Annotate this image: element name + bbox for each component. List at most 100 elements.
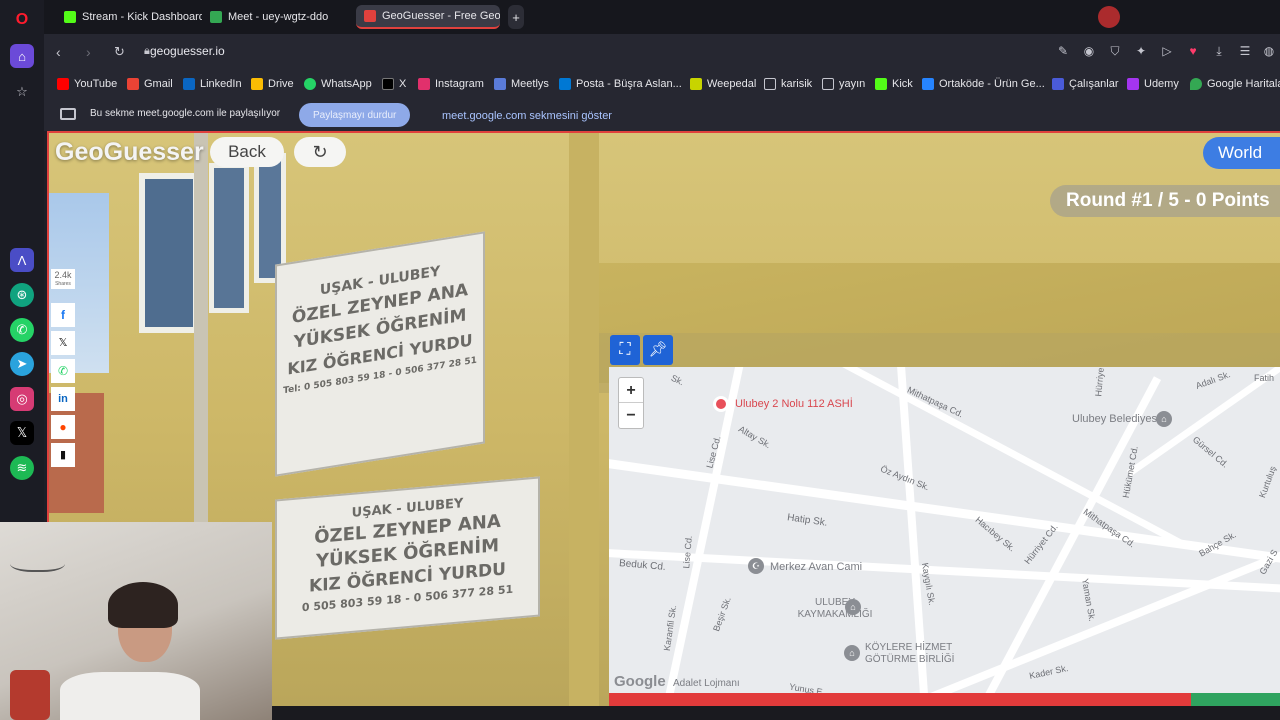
streamer-hair xyxy=(108,582,178,628)
meet-icon xyxy=(210,11,222,23)
pin-label: Ulubey 2 Nolu 112 ASHİ xyxy=(735,398,853,410)
download-icon[interactable]: ⤓ xyxy=(1212,44,1226,58)
bookmark-folder-yayin[interactable]: yayın xyxy=(822,78,865,90)
poi-belediye: Ulubey Belediyesi xyxy=(1072,413,1160,425)
poi-kaymakamlik: ULUBEY KAYMAKAMLIĞI xyxy=(797,597,873,620)
gmail-icon xyxy=(127,78,139,90)
calisanlar-icon xyxy=(1052,78,1064,90)
kick-icon xyxy=(64,11,76,23)
instagram-icon[interactable]: ◎ xyxy=(10,387,34,411)
share-count: 2.4k Shares xyxy=(51,269,75,289)
geoguesser-logo[interactable]: GeoGuesser xyxy=(55,138,204,167)
whatsapp-share-icon[interactable]: ✆ xyxy=(51,359,75,383)
bookmark-kick[interactable]: Kick xyxy=(875,78,913,90)
bookmark-udemy[interactable]: Udemy xyxy=(1127,78,1179,90)
webcam-overlay xyxy=(0,522,272,720)
mosque-icon: ☪ xyxy=(748,558,764,574)
spotify-icon[interactable]: ≋ xyxy=(10,456,34,480)
bookmark-star-icon[interactable]: ☆ xyxy=(10,80,34,104)
show-meet-tab-link[interactable]: meet.google.com sekmesini göster xyxy=(442,110,612,122)
drive-icon xyxy=(251,78,263,90)
aria-icon[interactable]: Λ xyxy=(10,248,34,272)
heart-icon[interactable]: ♥ xyxy=(1186,44,1200,58)
forward-arrow-icon[interactable]: › xyxy=(86,44,91,60)
play-icon[interactable]: ▷ xyxy=(1160,44,1174,58)
os-taskbar xyxy=(272,706,1280,720)
bookmark-google-maps[interactable]: Google Haritalar xyxy=(1190,78,1280,90)
google-logo: Google xyxy=(614,673,666,690)
trello-icon xyxy=(922,78,934,90)
stop-sharing-button[interactable]: Paylaşmayı durdur xyxy=(299,103,411,127)
zoom-out-button[interactable]: − xyxy=(619,403,643,428)
edit-icon[interactable]: ✎ xyxy=(1056,44,1070,58)
reset-view-icon[interactable]: ↻ xyxy=(294,137,346,167)
government-icon: ⌂ xyxy=(845,599,861,615)
back-button[interactable]: Back xyxy=(210,137,284,167)
menu-icon[interactable]: ☰ xyxy=(1238,44,1252,58)
landmark-icon: ⌂ xyxy=(1156,411,1172,427)
location-pin-icon[interactable] xyxy=(713,396,729,412)
guess-progress-remaining xyxy=(1191,693,1280,706)
building-pillar xyxy=(569,133,599,720)
bookmark-calisanlar[interactable]: Çalışanlar xyxy=(1052,78,1119,90)
sharing-message: Bu sekme meet.google.com ile paylaşılıyo… xyxy=(90,108,281,119)
back-arrow-icon[interactable]: ‹ xyxy=(56,44,61,60)
guess-map[interactable]: + − Ulubey 2 Nolu 112 ASHİ Ulubey Beledi… xyxy=(609,367,1280,697)
telegram-icon[interactable]: ➤ xyxy=(10,352,34,376)
linkedin-icon xyxy=(183,78,195,90)
facebook-share-icon[interactable]: f xyxy=(51,303,75,327)
x-icon xyxy=(382,78,394,90)
dormitory-sign-bottom: UŞAK - ULUBEY ÖZEL ZEYNEP ANA YÜKSEK ÖĞR… xyxy=(275,476,540,640)
reload-icon[interactable]: ↻ xyxy=(114,44,125,60)
wall-doodle xyxy=(10,552,65,572)
x-share-icon[interactable]: 𝕏 xyxy=(51,331,75,355)
bookmark-posta[interactable]: Posta - Büşra Aslan... xyxy=(559,78,682,90)
camera-icon[interactable]: ◉ xyxy=(1082,44,1096,58)
expand-map-icon[interactable]: ⛶ xyxy=(610,335,640,365)
whatsapp-icon[interactable]: ✆ xyxy=(10,318,34,342)
bookmark-instagram[interactable]: Instagram xyxy=(418,78,484,90)
x-icon[interactable]: 𝕏 xyxy=(10,421,34,445)
tab-meet[interactable]: Meet - uey-wgtz-ddo xyxy=(202,5,350,29)
weepedal-icon xyxy=(690,78,702,90)
shield-icon[interactable]: ⛉ xyxy=(1108,44,1122,58)
bookmark-drive[interactable]: Drive xyxy=(251,78,294,90)
bookmark-weepedal[interactable]: Weepedal xyxy=(690,78,756,90)
tab-kick-dashboard[interactable]: Stream - Kick Dashboard xyxy=(56,5,202,29)
bookmark-whatsapp[interactable]: WhatsApp xyxy=(304,78,372,90)
watermark-logo-icon xyxy=(1098,6,1120,28)
geoguesser-icon xyxy=(364,10,376,22)
bookmark-x[interactable]: X xyxy=(382,78,406,90)
red-cup xyxy=(10,670,50,720)
chatgpt-icon[interactable]: ⊛ xyxy=(10,283,34,307)
round-indicator: Round #1 / 5 - 0 Points xyxy=(1050,185,1280,217)
government-icon: ⌂ xyxy=(844,645,860,661)
bookmark-youtube[interactable]: YouTube xyxy=(57,78,117,90)
poi-cami: Merkez Avan Cami xyxy=(770,561,863,573)
linkedin-share-icon[interactable]: in xyxy=(51,387,75,411)
guess-progress-bar[interactable] xyxy=(609,693,1191,706)
reddit-share-icon[interactable]: ● xyxy=(51,415,75,439)
bookmark-linkedin[interactable]: LinkedIn xyxy=(183,78,242,90)
home-icon[interactable]: ⌂ xyxy=(10,44,34,68)
new-tab-button[interactable]: + xyxy=(508,5,524,29)
bookmark-gmail[interactable]: Gmail xyxy=(127,78,173,90)
opera-logo-icon[interactable]: O xyxy=(10,8,34,32)
zoom-in-button[interactable]: + xyxy=(619,378,643,403)
url-field[interactable]: geoguesser.io xyxy=(150,44,225,58)
streamer-shirt xyxy=(60,672,200,720)
profile-icon[interactable]: ◍ xyxy=(1262,44,1276,58)
bookmark-meetlys[interactable]: Meetlys xyxy=(494,78,549,90)
pin-map-icon[interactable]: 📌︎ xyxy=(643,335,673,365)
tab-geoguesser[interactable]: GeoGuesser - Free GeoG... xyxy=(356,5,500,29)
folder-icon xyxy=(764,78,776,90)
building-window xyxy=(139,173,199,333)
more-share-icon[interactable]: ▮ xyxy=(51,443,75,467)
world-map-button[interactable]: World xyxy=(1203,137,1280,169)
extension-icon[interactable]: ✦ xyxy=(1134,44,1148,58)
bookmark-folder-karisik[interactable]: karisik xyxy=(764,78,812,90)
folder-icon xyxy=(822,78,834,90)
bookmark-ortakode[interactable]: Ortaköde - Ürün Ge... xyxy=(922,78,1045,90)
zoom-control: + − xyxy=(618,377,644,429)
building-window xyxy=(209,163,249,313)
